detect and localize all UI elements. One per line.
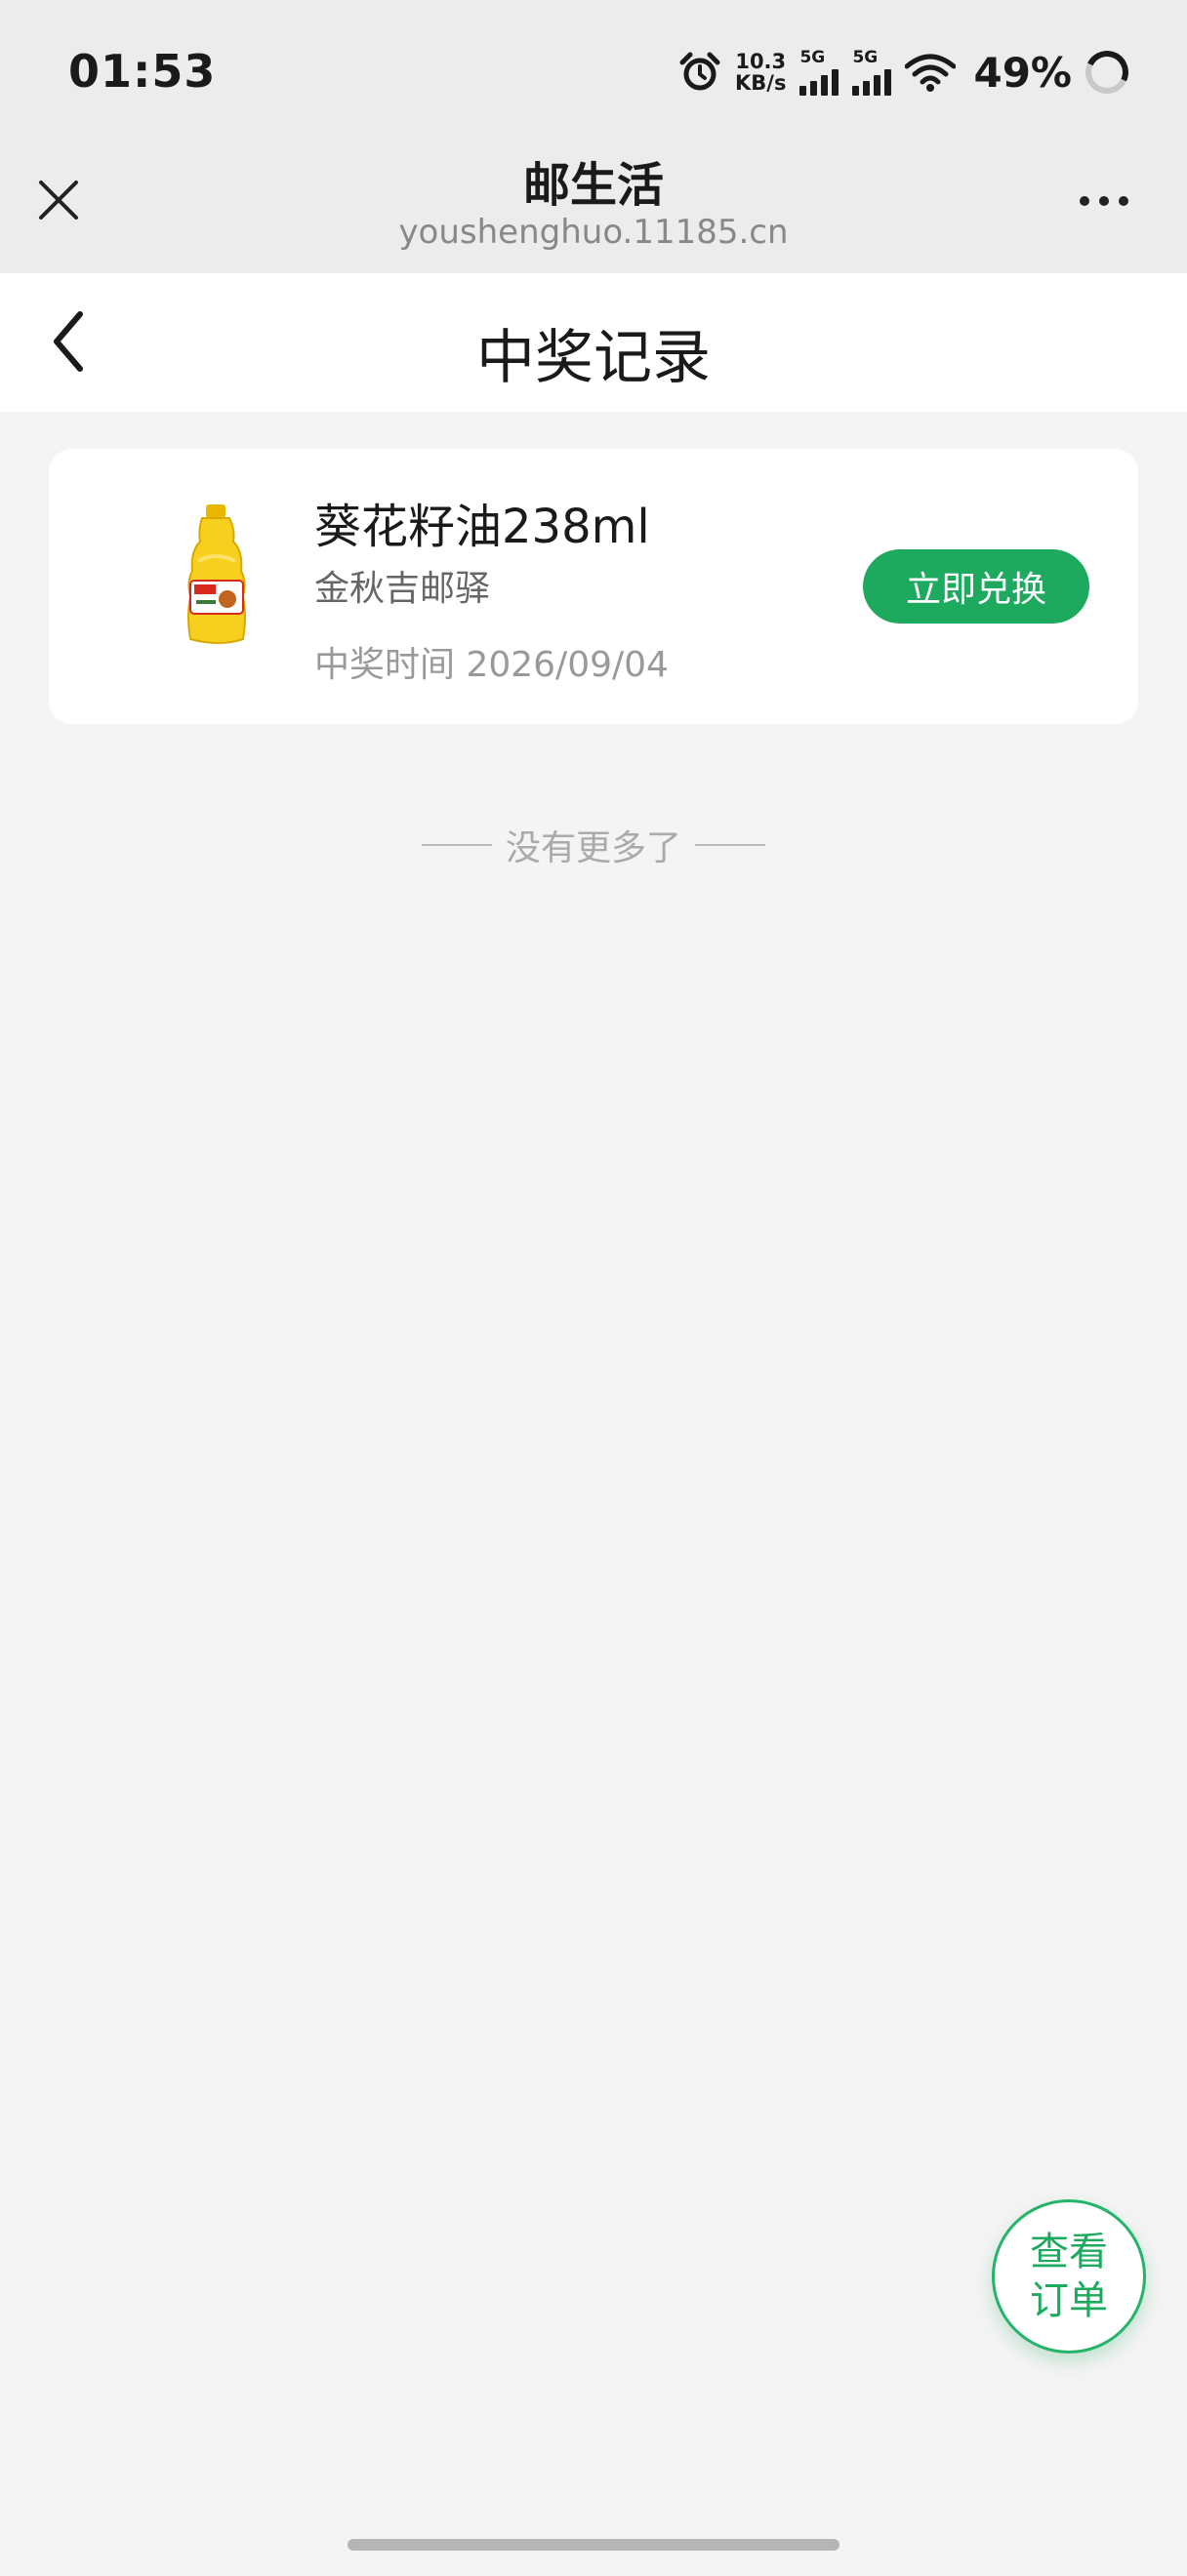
prize-time: 中奖时间 2026/09/04 <box>314 645 669 685</box>
net-speed-value: 10.3 <box>735 50 787 73</box>
alarm-icon <box>679 52 720 91</box>
divider <box>421 844 492 846</box>
list-end-text: 没有更多了 <box>505 828 681 868</box>
wifi-icon <box>905 54 957 92</box>
status-bar: 01:53 10.3 KB/s 5G 5G 49% <box>0 0 1187 146</box>
net-speed: 10.3 KB/s <box>735 51 786 94</box>
status-time: 01:53 <box>68 45 217 98</box>
list-end-indicator: 没有更多了 <box>0 820 1187 870</box>
page-nav-bar: 中奖记录 <box>0 273 1187 412</box>
sim2-tag: 5G <box>852 48 879 67</box>
product-image <box>142 503 298 649</box>
view-orders-line1: 查看 <box>1030 2230 1108 2274</box>
more-icon[interactable] <box>1070 174 1138 228</box>
view-orders-button[interactable]: 查看 订单 <box>992 2199 1146 2354</box>
webview-title: 邮生活 <box>522 158 664 213</box>
redeem-button[interactable]: 立即兑换 <box>863 549 1089 624</box>
page-title: 中奖记录 <box>476 324 711 392</box>
webview-url: youshenghuo.11185.cn <box>398 213 789 252</box>
status-icons: 10.3 KB/s 5G 5G 49% <box>678 43 1135 101</box>
prize-record-card: 葵花籽油238ml 金秋吉邮驿 中奖时间 2026/09/04 立即兑换 <box>49 449 1138 724</box>
signal-icon: 5G <box>799 49 839 96</box>
prize-shop: 金秋吉邮驿 <box>314 569 491 609</box>
divider <box>695 844 765 846</box>
net-speed-unit: KB/s <box>735 71 787 95</box>
view-orders-line2: 订单 <box>1030 2278 1108 2323</box>
prize-name: 葵花籽油238ml <box>314 500 650 554</box>
sim1-tag: 5G <box>799 48 826 67</box>
battery-percent: 49% <box>973 48 1072 97</box>
signal-icon-2: 5G <box>852 48 892 96</box>
home-indicator[interactable] <box>348 2539 839 2551</box>
battery-icon <box>1079 44 1135 101</box>
